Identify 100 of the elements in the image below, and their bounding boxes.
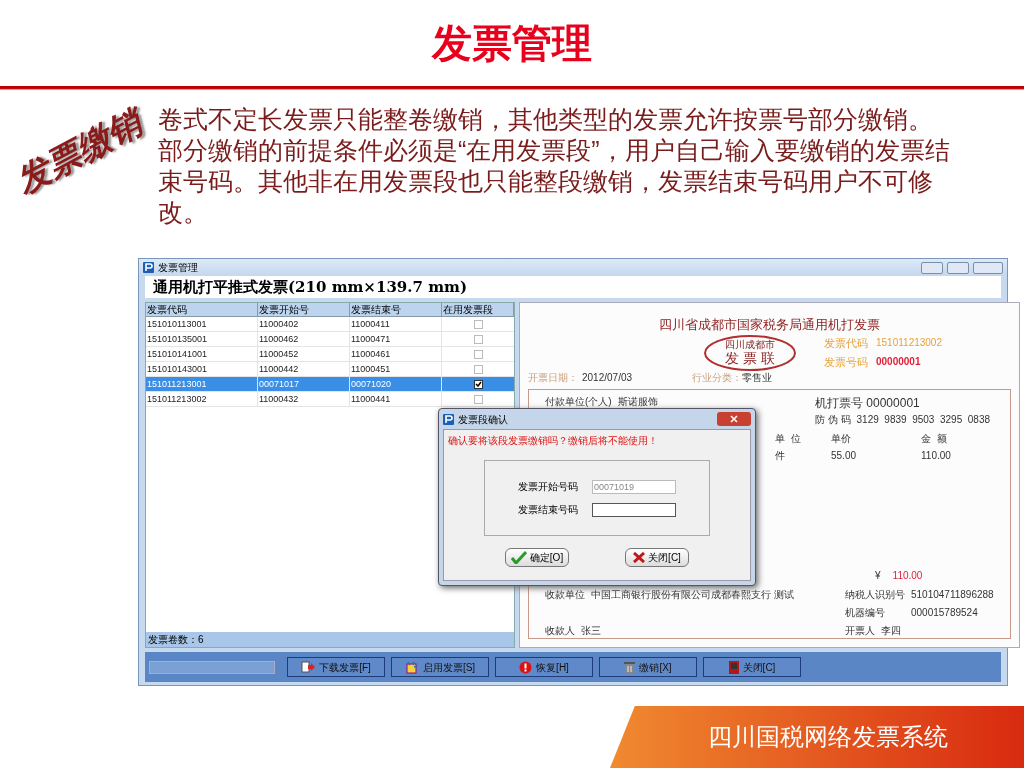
- maximize-button[interactable]: [947, 261, 969, 274]
- warning-icon: [519, 660, 533, 674]
- in-use-checkbox[interactable]: [473, 364, 483, 374]
- total-amount: 110.00: [892, 568, 923, 583]
- column-header[interactable]: 发票开始号: [258, 303, 350, 316]
- invoice-code-label: 发票代码: [824, 335, 868, 351]
- dialog-button[interactable]: 关闭[C]: [625, 548, 689, 567]
- table-row[interactable]: 151011213002 11000432 11000441: [146, 392, 514, 407]
- table-cell: 00071017: [258, 377, 350, 391]
- warning-message: 确认要将该段发票缴销吗？缴销后将不能使用！: [447, 434, 659, 448]
- tax-id: 510104711896288: [911, 587, 994, 602]
- table-row[interactable]: 151010141001 11000452 11000461: [146, 347, 514, 362]
- in-use-checkbox[interactable]: [473, 394, 483, 404]
- dialog-title: 发票段确认: [458, 412, 508, 427]
- table-cell: 11000442: [258, 362, 350, 376]
- amount-cell-text: 110.00: [921, 448, 951, 463]
- machine-ticket-number: 机打票号 00000001: [815, 394, 921, 412]
- payee-name: 张三: [581, 623, 601, 638]
- table-cell: 11000402: [258, 317, 350, 331]
- anti-fake-label: 防 伪 码: [815, 412, 851, 427]
- check-icon: [510, 551, 527, 564]
- toolbar-button[interactable]: 启用发票[S]: [391, 657, 489, 677]
- invoice-number-label: 发票号码: [824, 355, 868, 370]
- industry-value: 零售业: [742, 371, 772, 385]
- machine-number: 000015789524: [911, 605, 978, 620]
- amount-header: 金 额: [921, 431, 947, 446]
- description-paragraph: 部分缴销的前提条件必须是“在用发票段”，用户自己输入要缴销的发票结束号码。其他非在用发票段也只能整段缴销，发票结束号码用户不可修改。: [158, 135, 951, 228]
- date-label: 开票日期：: [528, 371, 578, 385]
- window-title: 发票管理: [158, 261, 198, 275]
- table-cell: 11000451: [350, 362, 442, 376]
- in-use-checkbox[interactable]: [473, 379, 483, 389]
- toolbar-button[interactable]: 恢复[H]: [495, 657, 593, 677]
- door-icon: [728, 660, 739, 674]
- price-cell-text: 55.00: [831, 448, 858, 463]
- field-label: 发票开始号码: [518, 480, 579, 494]
- unit-cell-text: 件: [775, 448, 786, 463]
- invoice-title: 四川省成都市国家税务局通用机打发票: [658, 316, 880, 334]
- payee-unit-label: 收款单位: [545, 587, 585, 602]
- payer-name: 斯诺服饰: [617, 394, 658, 409]
- table-cell: 151010143001: [146, 362, 258, 376]
- table-cell: 11000452: [258, 347, 350, 361]
- table-row[interactable]: 151010113001 11000402 11000411: [146, 317, 514, 332]
- unit-header: 单 位: [775, 431, 802, 446]
- slide-title: 发票管理: [432, 23, 592, 63]
- field-label: 发票结束号码: [518, 503, 579, 517]
- table-cell: 151010113001: [146, 317, 258, 331]
- table-cell: 11000432: [258, 392, 350, 406]
- toolbar-button[interactable]: 关闭[C]: [703, 657, 801, 677]
- payee-label: 收款人: [545, 623, 575, 638]
- check-icon: [474, 381, 482, 387]
- industry-label: 行业分类：: [692, 371, 742, 385]
- side-label: 发票缴销: [8, 101, 149, 202]
- invoice-code: 151011213002: [876, 335, 942, 350]
- issue-date: 2012/07/03: [582, 371, 634, 385]
- dialog-close-button[interactable]: [717, 412, 751, 426]
- tax-id-label: 纳税人识别号: [845, 587, 906, 602]
- in-use-checkbox[interactable]: [473, 319, 483, 329]
- drawer-name: 李四: [881, 623, 901, 638]
- minimize-button[interactable]: [921, 261, 943, 274]
- toolbar-button[interactable]: 下载发票[F]: [287, 657, 385, 677]
- close-icon: [633, 552, 646, 563]
- payee-unit: 中国工商银行股份有限公司成都春熙支行 测试: [591, 587, 794, 602]
- invoice-number: 00000001: [876, 355, 921, 369]
- column-header[interactable]: 发票结束号: [350, 303, 442, 316]
- invoice-type-heading: 通用机打平推式发票(210 mm×139.7 mm): [153, 276, 467, 298]
- table-cell: 151011213001: [146, 377, 258, 391]
- table-row[interactable]: 151010143001 11000442 11000451: [146, 362, 514, 377]
- table-cell: 151010135001: [146, 332, 258, 346]
- toolbar-button[interactable]: 缴销[X]: [599, 657, 697, 677]
- invoice-copy-label: 发 票 联: [725, 350, 775, 366]
- footer-text: 四川国税网络发票系统: [708, 722, 948, 752]
- dialog-app-icon: [443, 413, 454, 425]
- roll-count-status: 发票卷数：6: [148, 633, 205, 647]
- table-cell: 151011213002: [146, 392, 258, 406]
- trash-icon: [624, 660, 636, 674]
- stamp-text: 四川成都市: [725, 339, 775, 350]
- close-icon: [730, 415, 738, 423]
- download-icon: [301, 661, 316, 673]
- in-use-checkbox[interactable]: [473, 349, 483, 359]
- table-cell: 11000462: [258, 332, 350, 346]
- description-paragraph: 卷式不定长发票只能整卷缴销，其他类型的发票允许按票号部分缴销。: [158, 104, 934, 135]
- table-row[interactable]: 151010135001 11000462 11000471: [146, 332, 514, 347]
- table-cell: 11000411: [350, 317, 442, 331]
- dialog-button[interactable]: 确定[O]: [505, 548, 569, 567]
- table-cell: 11000471: [350, 332, 442, 346]
- table-cell: 151010141001: [146, 347, 258, 361]
- table-cell: 00071020: [350, 377, 442, 391]
- anti-fake-code: 3129 9839 9503 3295 0838: [856, 412, 991, 427]
- table-cell: 11000461: [350, 347, 442, 361]
- payer-label: 付款单位(个人): [545, 394, 612, 409]
- number-input[interactable]: [592, 502, 676, 517]
- currency-symbol: ¥: [875, 568, 881, 583]
- table-cell: 11000441: [350, 392, 442, 406]
- price-header: 单价: [831, 431, 852, 446]
- in-use-checkbox[interactable]: [473, 334, 483, 344]
- column-header[interactable]: 发票代码: [146, 303, 258, 316]
- app-icon: [143, 262, 154, 273]
- drawer-label: 开票人: [845, 623, 875, 638]
- close-button[interactable]: [973, 261, 1003, 274]
- column-header[interactable]: 在用发票段: [442, 303, 514, 316]
